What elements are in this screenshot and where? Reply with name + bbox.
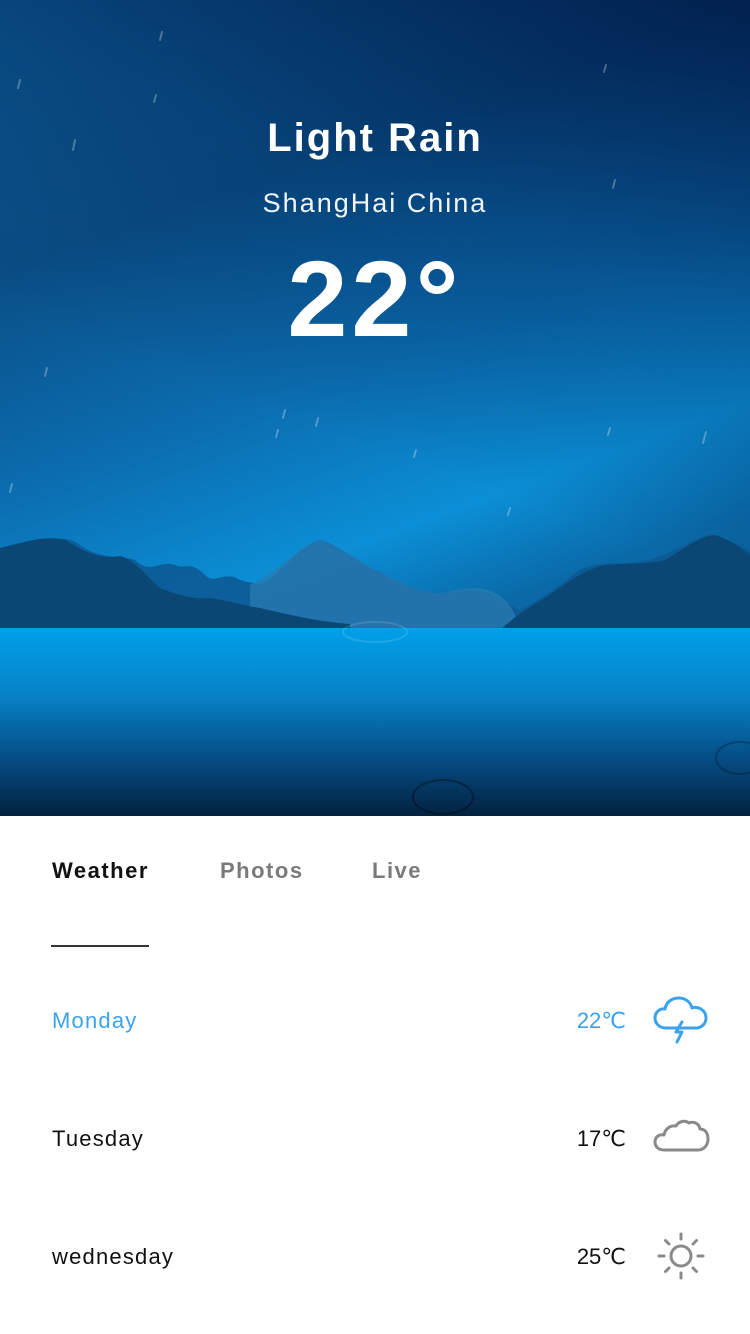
forecast-row-monday[interactable]: Monday 22℃ <box>0 960 750 1078</box>
forecast-row-tuesday[interactable]: Tuesday 17℃ <box>0 1078 750 1196</box>
tab-weather[interactable]: Weather <box>52 858 149 884</box>
cloud-icon <box>653 1119 710 1152</box>
thunderstorm-cloud-icon <box>653 996 708 1044</box>
location-label: ShangHai China <box>262 188 488 218</box>
tab-bar: Weather Photos Live <box>52 858 702 898</box>
tab-photos[interactable]: Photos <box>220 858 304 884</box>
current-temperature: 22° <box>287 238 463 359</box>
active-tab-indicator <box>51 945 149 947</box>
weather-hero: Light Rain ShangHai China 22° <box>0 0 750 816</box>
tab-live[interactable]: Live <box>372 858 422 884</box>
forecast-day: Monday <box>52 1008 138 1033</box>
forecast-temp: 22℃ <box>576 1008 626 1033</box>
sun-icon <box>657 1232 705 1280</box>
forecast-temp: 17℃ <box>576 1126 626 1151</box>
weather-condition: Light Rain <box>267 116 483 160</box>
forecast-row-wednesday[interactable]: wednesday 25℃ <box>0 1196 750 1314</box>
forecast-day: Tuesday <box>52 1126 144 1151</box>
forecast-day: wednesday <box>52 1244 175 1269</box>
forecast-temp: 25℃ <box>576 1244 626 1269</box>
